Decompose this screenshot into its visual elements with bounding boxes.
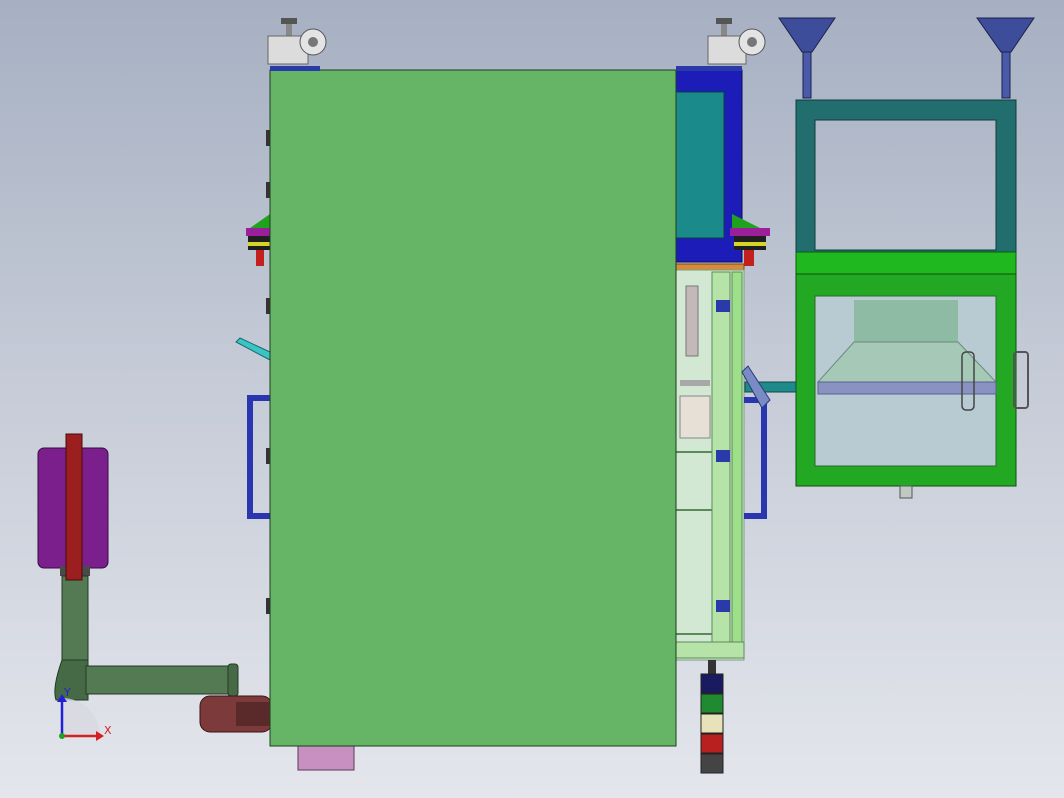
- top-bracket-right: [676, 66, 742, 71]
- y-axis-label: Y: [63, 686, 71, 699]
- bottom-pink-box: [297, 745, 355, 771]
- orange-strip: [675, 263, 745, 271]
- left-caster-wheel: [267, 18, 327, 65]
- maroon-arm: [199, 695, 276, 733]
- cad-viewport[interactable]: X Y: [0, 0, 1064, 798]
- signal-tower-segment-4: [700, 733, 724, 754]
- signal-tower-light: [700, 660, 724, 774]
- signal-tower-stem: [708, 660, 716, 674]
- right-caster-wheel: [707, 18, 766, 65]
- machine-assembly-drawing: X Y: [37, 17, 1035, 774]
- x-axis-label: X: [104, 724, 112, 737]
- internal-mechanism-frame: [675, 269, 745, 661]
- panel-edge-latches: [266, 130, 270, 614]
- upper-teal-frame: [795, 99, 1017, 253]
- red-vertical-pipe: [65, 433, 83, 581]
- signal-tower-segment-1: [700, 673, 724, 694]
- olive-pipe-assembly: [54, 575, 239, 701]
- right-handle: [744, 397, 767, 519]
- main-front-panel: [269, 69, 677, 747]
- left-leveling-foot: [246, 214, 272, 266]
- top-bracket-left: [270, 66, 320, 71]
- lower-inspection-window: [795, 273, 1029, 499]
- left-hopper-funnel: [778, 17, 836, 99]
- green-band: [795, 251, 1017, 275]
- z-axis-point: [59, 733, 65, 739]
- cyan-guide-tab: [235, 337, 271, 361]
- signal-tower-segment-3: [700, 713, 724, 734]
- right-hopper-funnel: [976, 17, 1035, 99]
- signal-tower-segment-5: [700, 753, 724, 774]
- signal-tower-segment-2: [700, 693, 724, 714]
